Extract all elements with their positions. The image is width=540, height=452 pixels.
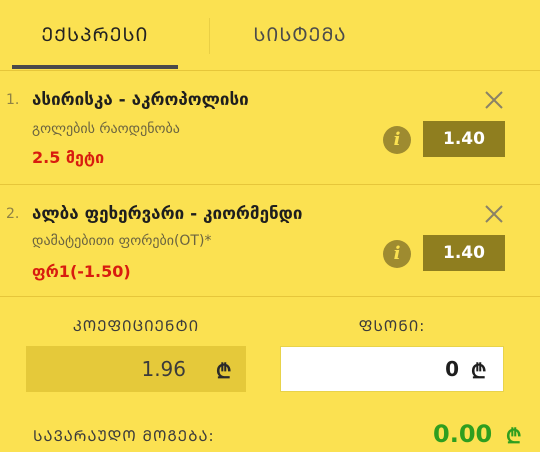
bet-market: დამატებითი ფორები(OT)* bbox=[32, 233, 212, 249]
lari-icon: ₾ bbox=[471, 359, 487, 383]
potential-win-value: 0.00 bbox=[433, 420, 493, 448]
lari-icon: ₾ bbox=[216, 359, 232, 383]
coefficient-display: 1.96 ₾ bbox=[26, 346, 246, 392]
bet-event-title: ალბა ფეხერვარი - კიორმენდი bbox=[32, 204, 303, 224]
close-icon[interactable] bbox=[482, 88, 506, 112]
info-icon[interactable]: i bbox=[383, 126, 411, 154]
odd-button[interactable]: 1.40 bbox=[423, 235, 505, 271]
info-icon[interactable]: i bbox=[383, 240, 411, 268]
bet-item: 2. ალბა ფეხერვარი - კიორმენდი დამატებითი… bbox=[0, 185, 540, 296]
bet-pick: 2.5 მეტი bbox=[32, 148, 105, 167]
tab-system[interactable]: ᲡᲘᲡᲢᲔᲛᲐ bbox=[210, 0, 390, 70]
bet-item: 1. ასირისკა - აკროპოლისი გოლების რაოდენო… bbox=[0, 71, 540, 184]
odd-button[interactable]: 1.40 bbox=[423, 121, 505, 157]
bet-number: 1. bbox=[6, 92, 20, 108]
coefficient-label: ᲙᲝᲔᲤᲘᲪᲘᲔᲜᲢᲘ bbox=[72, 317, 200, 335]
tab-express[interactable]: ᲔᲥᲡᲞᲠᲔᲡᲘ bbox=[12, 0, 178, 70]
close-icon[interactable] bbox=[482, 202, 506, 226]
stake-label: ᲤᲡᲝᲜᲘ: bbox=[358, 317, 426, 335]
bet-market: გოლების რაოდენობა bbox=[32, 121, 180, 137]
divider bbox=[0, 296, 540, 297]
stake-value: 0 bbox=[445, 357, 459, 381]
betslip-tabs: ᲔᲥᲡᲞᲠᲔᲡᲘ ᲡᲘᲡᲢᲔᲛᲐ bbox=[0, 0, 540, 70]
potential-win-label: ᲡᲐᲕᲐᲠᲐᲣᲓᲝ ᲛᲝᲒᲔᲑᲐ: bbox=[33, 427, 215, 445]
bet-number: 2. bbox=[6, 206, 20, 222]
bet-pick: ფრ1(-1.50) bbox=[32, 262, 131, 281]
bet-event-title: ასირისკა - აკროპოლისი bbox=[32, 90, 249, 110]
lari-icon: ₾ bbox=[506, 424, 522, 448]
stake-input[interactable]: 0 ₾ bbox=[280, 346, 504, 392]
coefficient-value: 1.96 bbox=[141, 357, 186, 381]
